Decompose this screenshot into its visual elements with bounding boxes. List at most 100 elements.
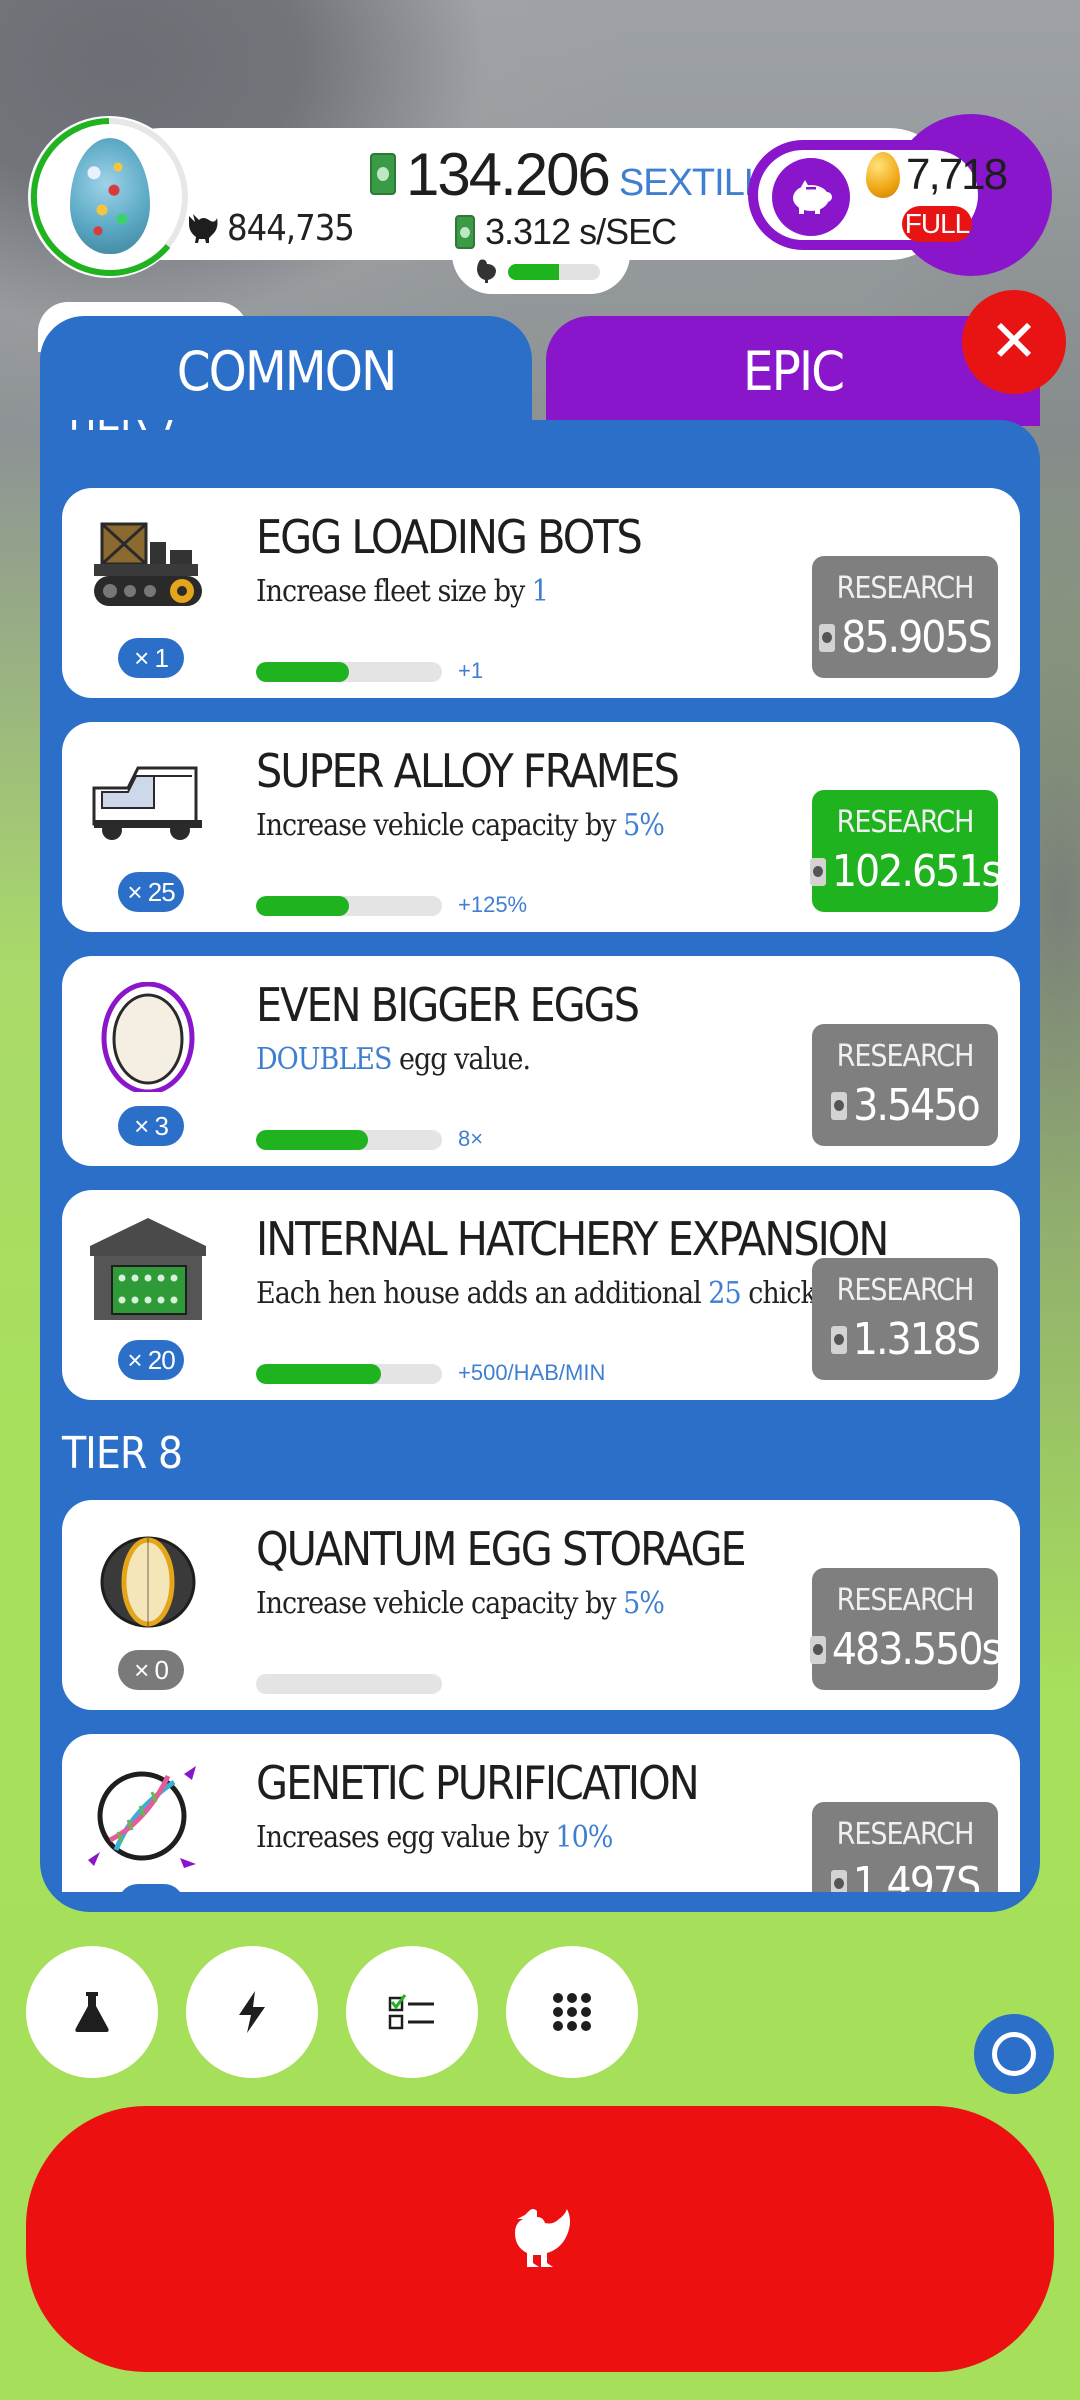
research-level-badge: × 20 — [118, 1340, 184, 1380]
research-price: 1.318S — [830, 1314, 981, 1365]
flask-icon — [75, 1992, 109, 2032]
description-highlight: 5% — [623, 1586, 665, 1621]
chicken-icon — [515, 2209, 570, 2267]
research-progress-bar — [256, 1364, 442, 1384]
research-progress-note: +500/HAB/MIN — [458, 1360, 606, 1385]
loading-bot-icon — [88, 514, 208, 624]
research-level-badge — [118, 1884, 184, 1892]
description-highlight: DOUBLES — [256, 1042, 392, 1077]
research-title: EGG LOADING BOTS — [256, 510, 643, 564]
research-title: QUANTUM EGG STORAGE — [256, 1522, 747, 1576]
hatch-chicken-button[interactable] — [26, 2106, 1054, 2372]
ring-icon — [992, 2032, 1036, 2076]
description-text: egg value. — [391, 1042, 531, 1077]
research-price-value: 3.545o — [853, 1080, 980, 1131]
missions-menu-button[interactable] — [346, 1946, 478, 2078]
research-button[interactable]: RESEARCH 483.550s — [809, 1568, 1002, 1690]
main-menu-button[interactable] — [506, 1946, 638, 2078]
research-title: EVEN BIGGER EGGS — [256, 978, 640, 1032]
research-price-value: 85.905S — [841, 612, 993, 663]
research-price: 3.545o — [831, 1080, 981, 1131]
close-button[interactable]: ✕ — [962, 290, 1066, 394]
description-highlight: 5% — [623, 808, 665, 843]
checklist-icon — [388, 1994, 434, 2030]
chicken-count: 844,735 — [185, 206, 355, 250]
research-level-badge: × 3 — [118, 1106, 184, 1146]
research-button-label: RESEARCH — [836, 1273, 975, 1308]
grid-menu-icon — [553, 1993, 591, 2031]
hab-capacity-bar — [508, 264, 600, 280]
description-text: Increase vehicle capacity by — [256, 808, 624, 843]
hen-icon — [474, 258, 498, 291]
golden-egg-count: 7,718 — [906, 150, 1008, 199]
description-highlight: 10% — [555, 1820, 613, 1855]
cash-icon — [370, 153, 396, 195]
research-menu-button[interactable] — [26, 1946, 158, 2078]
hab-capacity-indicator[interactable] — [452, 250, 630, 294]
tier-label: TIER 8 — [62, 1428, 183, 1479]
description-highlight: 25 — [708, 1276, 741, 1311]
research-price: 102.651s — [809, 846, 1002, 897]
cash-icon — [809, 857, 826, 886]
description-highlight: 1 — [531, 574, 549, 609]
research-list[interactable]: TIER 7 × 1 EGG LOADING B — [40, 420, 1040, 1892]
big-egg-icon — [88, 981, 208, 1095]
piggy-bank-icon[interactable] — [772, 158, 850, 236]
close-icon: ✕ — [989, 309, 1039, 374]
research-progress-bar — [256, 662, 442, 682]
research-button-label: RESEARCH — [836, 1583, 975, 1618]
description-text: Increase fleet size by — [256, 574, 532, 609]
tier-label: TIER 7 — [62, 420, 183, 441]
research-price: 483.550s — [809, 1624, 1002, 1675]
research-button[interactable]: RESEARCH 1.497S — [812, 1802, 998, 1892]
research-description: DOUBLES egg value. — [256, 1042, 531, 1077]
boost-icon — [239, 1991, 265, 2033]
earning-rate-value: 3.312 s/SEC — [485, 211, 677, 252]
research-button-label: RESEARCH — [836, 1039, 975, 1074]
cash-icon — [831, 1091, 848, 1120]
dna-icon — [88, 1760, 208, 1870]
research-button[interactable]: RESEARCH 85.905S — [812, 556, 998, 678]
research-title: INTERNAL HATCHERY EXPANSION — [256, 1212, 889, 1266]
research-level-badge: × 25 — [118, 872, 184, 912]
description-text: Increases egg value by — [256, 1820, 556, 1855]
research-title: GENETIC PURIFICATION — [256, 1756, 700, 1810]
research-description: Increase vehicle capacity by 5% — [256, 808, 665, 843]
research-button-label: RESEARCH — [836, 805, 975, 840]
research-button-label: RESEARCH — [836, 1817, 975, 1852]
earning-rate: 3.312 s/SEC — [455, 210, 677, 254]
research-description: Increases egg value by 10% — [256, 1820, 613, 1855]
research-card-genetic-purification: GENETIC PURIFICATION Increases egg value… — [62, 1734, 1020, 1892]
research-price-value: 1.497S — [852, 1858, 981, 1892]
research-price-value: 1.318S — [852, 1314, 981, 1365]
research-button[interactable]: RESEARCH 1.318S — [812, 1258, 998, 1380]
research-description: Increase vehicle capacity by 5% — [256, 1586, 665, 1621]
research-title: SUPER ALLOY FRAMES — [256, 744, 680, 798]
cash-icon — [830, 1325, 847, 1354]
research-progress-bar — [256, 1130, 442, 1150]
research-progress-note: +125% — [458, 892, 528, 917]
research-level-badge: × 0 — [118, 1650, 184, 1690]
research-card-even-bigger-eggs: × 3 EVEN BIGGER EGGS DOUBLES egg value. … — [62, 956, 1020, 1166]
description-text: Increase vehicle capacity by — [256, 1586, 624, 1621]
research-button[interactable]: RESEARCH 3.545o — [812, 1024, 998, 1146]
research-price: 85.905S — [819, 612, 993, 663]
chicken-icon — [189, 214, 218, 243]
golden-egg-icon — [866, 152, 900, 198]
research-panel[interactable]: TIER 7 × 1 EGG LOADING B — [40, 420, 1040, 1912]
tab-common[interactable]: COMMON — [40, 316, 532, 426]
research-level-badge: × 1 — [118, 638, 184, 678]
research-progress-bar — [256, 896, 442, 916]
money-value: 134.206 — [406, 141, 611, 208]
research-card-internal-hatchery-expansion: × 20 INTERNAL HATCHERY EXPANSION Each he… — [62, 1190, 1020, 1400]
research-price: 1.497S — [830, 1858, 981, 1892]
cash-icon — [819, 623, 836, 652]
research-price-value: 102.651s — [831, 846, 1002, 897]
cash-icon — [809, 1635, 826, 1664]
research-card-quantum-egg-storage: × 0 QUANTUM EGG STORAGE Increase vehicle… — [62, 1500, 1020, 1710]
research-card-super-alloy-frames: × 25 SUPER ALLOY FRAMES Increase vehicle… — [62, 722, 1020, 932]
camera-toggle-button[interactable] — [974, 2014, 1054, 2094]
research-button-label: RESEARCH — [836, 571, 975, 606]
research-button[interactable]: RESEARCH 102.651s — [809, 790, 1002, 912]
boost-menu-button[interactable] — [186, 1946, 318, 2078]
